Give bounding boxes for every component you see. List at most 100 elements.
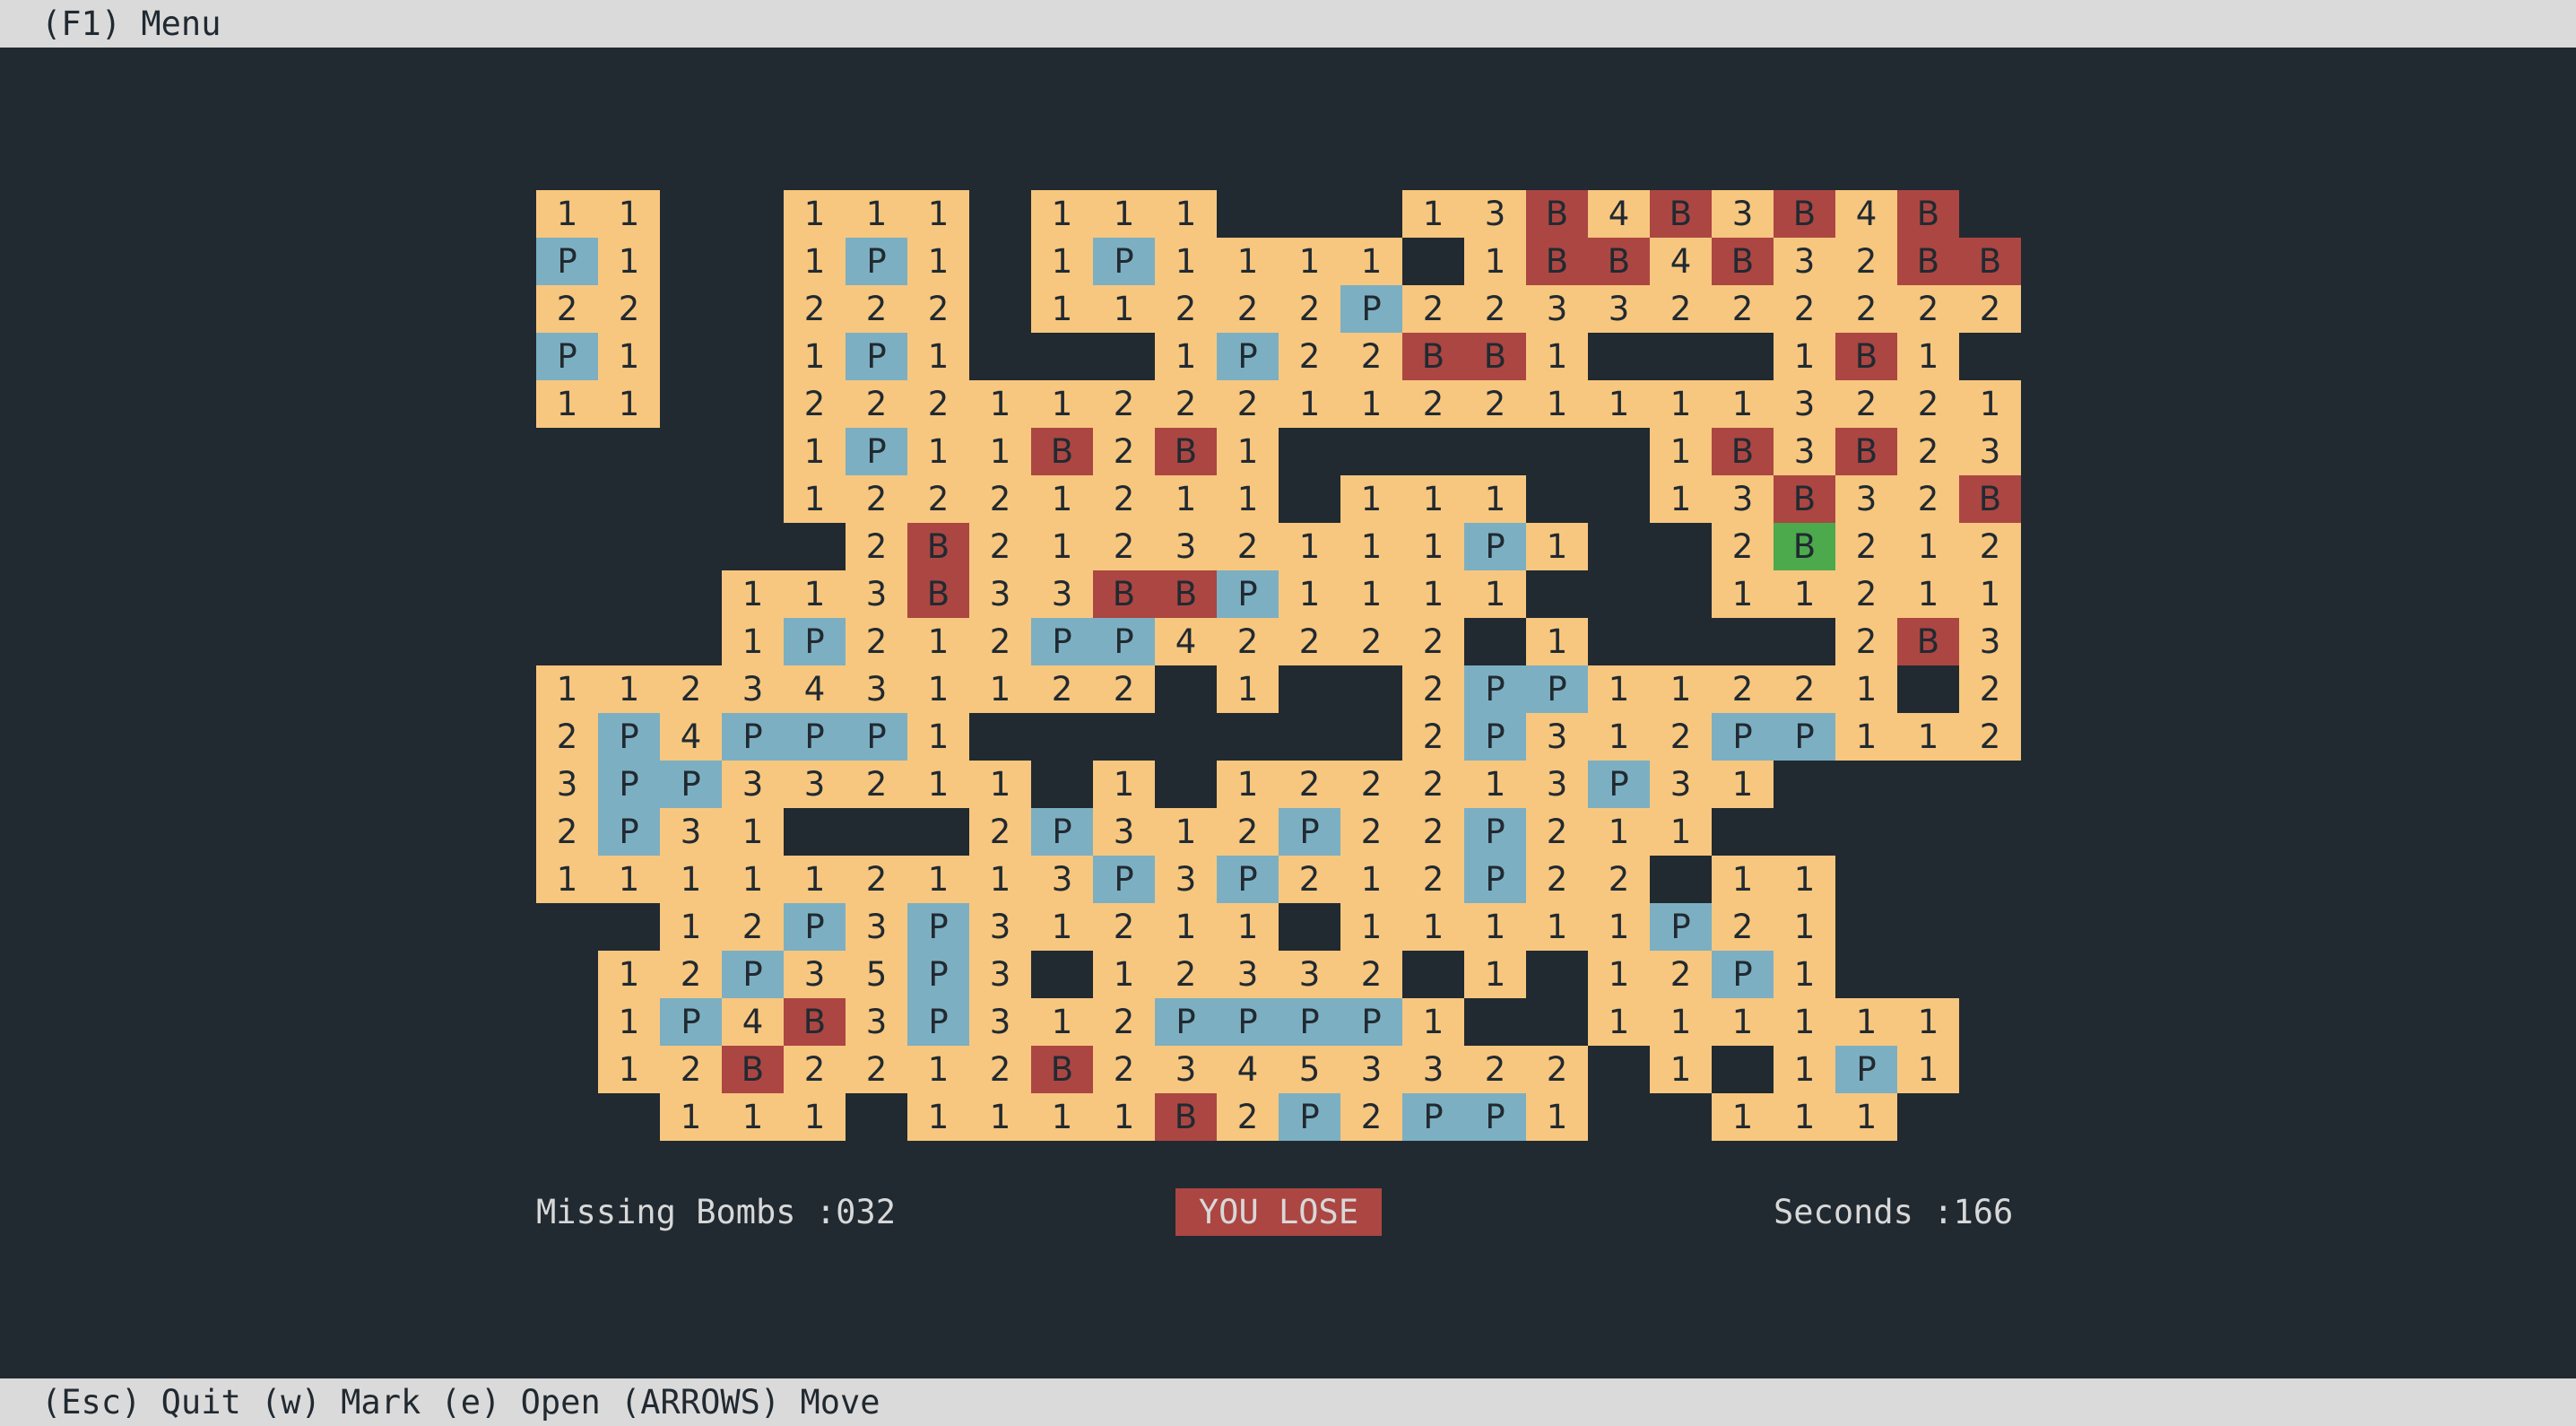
open-cell[interactable]: 2	[1217, 285, 1279, 333]
open-cell[interactable]: 3	[1526, 285, 1588, 333]
bomb-cell[interactable]: B	[1526, 190, 1588, 238]
open-cell[interactable]: 1	[722, 1093, 784, 1141]
open-cell[interactable]: 1	[1588, 665, 1650, 713]
bomb-cell[interactable]: B	[1402, 333, 1464, 380]
open-cell[interactable]: 1	[1217, 761, 1279, 808]
open-cell[interactable]: 1	[1712, 1093, 1774, 1141]
open-cell[interactable]: 3	[1526, 713, 1588, 761]
open-cell[interactable]: 1	[907, 665, 969, 713]
open-cell[interactable]: 3	[846, 998, 907, 1046]
flagged-cell[interactable]: P	[722, 951, 784, 998]
flagged-cell[interactable]: P	[1217, 856, 1279, 903]
flagged-cell[interactable]: P	[1279, 808, 1340, 856]
open-cell[interactable]: 1	[1093, 1093, 1155, 1141]
open-cell[interactable]: 1	[598, 238, 660, 285]
open-cell[interactable]: 2	[907, 285, 969, 333]
open-cell[interactable]: 2	[1712, 903, 1774, 951]
open-cell[interactable]: 1	[1464, 570, 1526, 618]
open-cell[interactable]: 5	[846, 951, 907, 998]
open-cell[interactable]: 2	[1402, 856, 1464, 903]
open-cell[interactable]: 2	[846, 618, 907, 665]
open-cell[interactable]: 3	[1712, 475, 1774, 523]
open-cell[interactable]: 1	[536, 856, 598, 903]
open-cell[interactable]: 1	[1712, 998, 1774, 1046]
open-cell[interactable]: 3	[1959, 618, 2021, 665]
open-cell[interactable]: 2	[784, 380, 846, 428]
open-cell[interactable]: 2	[1279, 618, 1340, 665]
open-cell[interactable]: 2	[1402, 380, 1464, 428]
open-cell[interactable]: 2	[1279, 761, 1340, 808]
open-cell[interactable]: 1	[1093, 761, 1155, 808]
flagged-cell[interactable]: P	[598, 808, 660, 856]
flagged-cell[interactable]: P	[1217, 570, 1279, 618]
open-cell[interactable]: 2	[846, 380, 907, 428]
open-cell[interactable]: 4	[784, 665, 846, 713]
minefield-grid[interactable]: 1111111113B4B3B4BP11P11P11111BB4B32BB222…	[536, 190, 2021, 1141]
open-cell[interactable]: 3	[846, 903, 907, 951]
open-cell[interactable]: 1	[907, 190, 969, 238]
flagged-cell[interactable]: P	[1588, 761, 1650, 808]
open-cell[interactable]: 1	[969, 428, 1031, 475]
bomb-cell[interactable]: B	[1835, 428, 1897, 475]
open-cell[interactable]: 1	[907, 333, 969, 380]
open-cell[interactable]: 1	[1217, 665, 1279, 713]
open-cell[interactable]: 1	[1279, 238, 1340, 285]
open-cell[interactable]: 1	[1402, 475, 1464, 523]
open-cell[interactable]: 2	[1897, 380, 1959, 428]
open-cell[interactable]: 2	[784, 285, 846, 333]
open-cell[interactable]: 3	[1031, 570, 1093, 618]
open-cell[interactable]: 3	[1774, 238, 1835, 285]
open-cell[interactable]: 1	[598, 380, 660, 428]
open-cell[interactable]: 1	[907, 856, 969, 903]
flagged-cell[interactable]: P	[1526, 665, 1588, 713]
open-cell[interactable]: 1	[1897, 333, 1959, 380]
open-cell[interactable]: 1	[598, 856, 660, 903]
flagged-cell[interactable]: P	[1650, 903, 1712, 951]
open-cell[interactable]: 1	[1093, 190, 1155, 238]
open-cell[interactable]: 1	[1774, 903, 1835, 951]
open-cell[interactable]: 1	[1897, 570, 1959, 618]
open-cell[interactable]: 1	[1031, 1093, 1093, 1141]
open-cell[interactable]: 3	[969, 903, 1031, 951]
open-cell[interactable]: 4	[1835, 190, 1897, 238]
bomb-cell[interactable]: B	[1897, 238, 1959, 285]
open-cell[interactable]: 2	[1340, 618, 1402, 665]
open-cell[interactable]: 1	[722, 618, 784, 665]
open-cell[interactable]: 1	[784, 333, 846, 380]
open-cell[interactable]: 1	[1650, 665, 1712, 713]
open-cell[interactable]: 3	[846, 570, 907, 618]
open-cell[interactable]: 1	[1650, 1046, 1712, 1093]
open-cell[interactable]: 2	[1155, 380, 1217, 428]
flagged-cell[interactable]: P	[1835, 1046, 1897, 1093]
open-cell[interactable]: 2	[1093, 428, 1155, 475]
open-cell[interactable]: 2	[1835, 618, 1897, 665]
open-cell[interactable]: 1	[969, 665, 1031, 713]
flagged-cell[interactable]: P	[1464, 713, 1526, 761]
flagged-cell[interactable]: P	[536, 238, 598, 285]
open-cell[interactable]: 2	[660, 665, 722, 713]
open-cell[interactable]: 2	[1279, 285, 1340, 333]
open-cell[interactable]: 1	[1217, 475, 1279, 523]
open-cell[interactable]: 1	[598, 951, 660, 998]
open-cell[interactable]: 1	[660, 903, 722, 951]
open-cell[interactable]: 1	[1464, 951, 1526, 998]
bomb-cell[interactable]: B	[1464, 333, 1526, 380]
open-cell[interactable]: 1	[846, 190, 907, 238]
flagged-cell[interactable]: P	[1093, 856, 1155, 903]
open-cell[interactable]: 1	[907, 713, 969, 761]
open-cell[interactable]: 2	[1712, 665, 1774, 713]
bomb-cell[interactable]: B	[1155, 1093, 1217, 1141]
open-cell[interactable]: 1	[598, 190, 660, 238]
open-cell[interactable]: 2	[1340, 808, 1402, 856]
bomb-cell[interactable]: B	[1959, 238, 2021, 285]
flagged-cell[interactable]: P	[660, 998, 722, 1046]
open-cell[interactable]: 1	[536, 190, 598, 238]
bomb-cell[interactable]: B	[1031, 1046, 1093, 1093]
open-cell[interactable]: 1	[784, 570, 846, 618]
open-cell[interactable]: 2	[1835, 380, 1897, 428]
flagged-cell[interactable]: P	[1031, 808, 1093, 856]
open-cell[interactable]: 1	[784, 238, 846, 285]
open-cell[interactable]: 1	[1155, 808, 1217, 856]
open-cell[interactable]: 2	[1402, 285, 1464, 333]
open-cell[interactable]: 1	[1464, 475, 1526, 523]
